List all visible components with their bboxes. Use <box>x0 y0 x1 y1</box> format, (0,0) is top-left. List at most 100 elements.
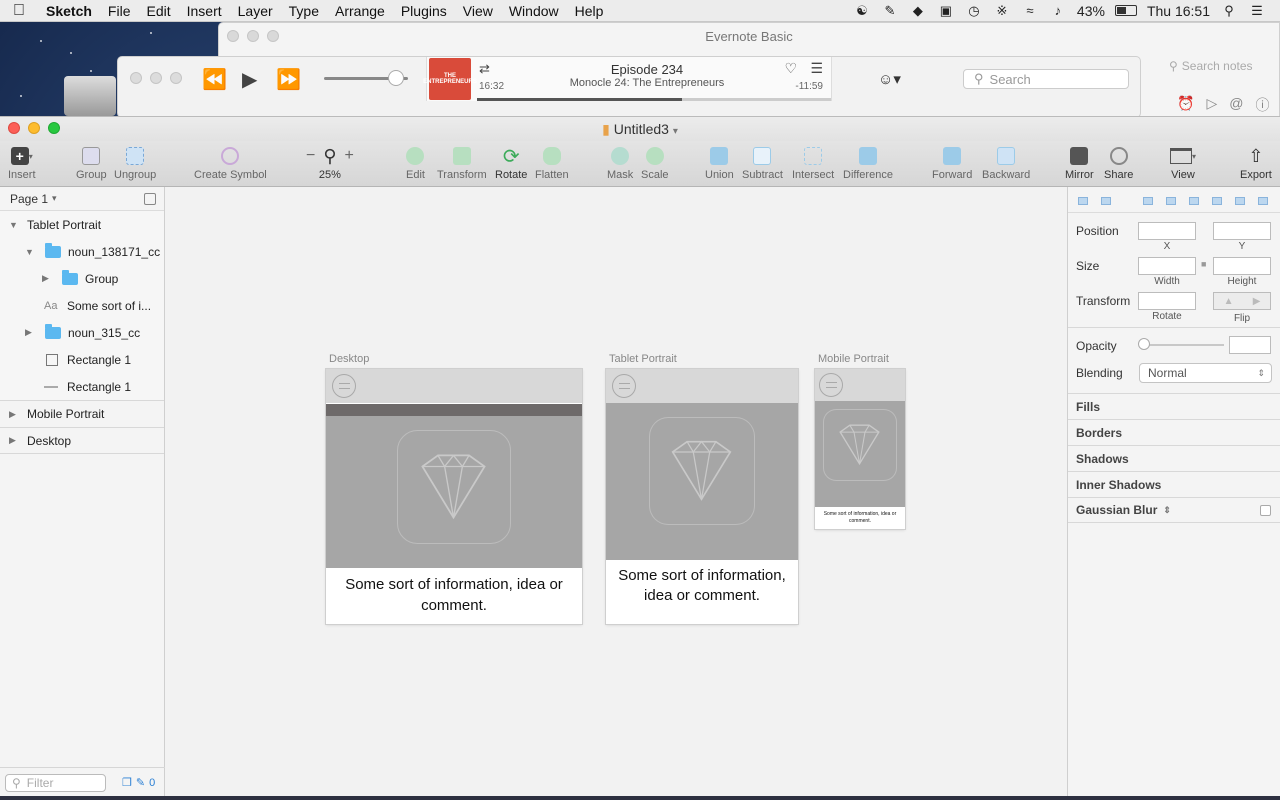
playback-progress-bar[interactable] <box>477 98 831 101</box>
itunes-minimize-button[interactable] <box>150 72 162 84</box>
align-middle-icon[interactable] <box>1233 194 1247 206</box>
creative-cloud-icon[interactable]: ☯ <box>853 3 871 18</box>
itunes-close-button[interactable] <box>130 72 142 84</box>
spotlight-search-icon[interactable]: ⚲ <box>1220 3 1238 18</box>
info-icon[interactable]: ⓘ <box>1255 95 1269 115</box>
volume-slider-knob[interactable] <box>388 70 405 86</box>
width-input[interactable] <box>1138 257 1196 275</box>
distribute-vertical-icon[interactable] <box>1099 194 1113 206</box>
layer-group-noun-315[interactable]: ▶ noun_315_cc <box>0 319 164 346</box>
design-canvas[interactable]: Desktop Some sort of information, idea o… <box>165 187 1067 796</box>
artboard-tablet-portrait[interactable]: Some sort of information, idea or commen… <box>606 369 798 624</box>
notification-center-icon[interactable]: ☰ <box>1248 3 1266 18</box>
insert-button[interactable]: + ▾ Insert <box>8 143 36 181</box>
intersect-button[interactable]: Intersect <box>792 143 834 181</box>
wifi-icon[interactable]: ≈ <box>1021 3 1039 18</box>
view-button[interactable]: ▾ View <box>1170 143 1196 181</box>
fast-forward-icon[interactable]: ⏩ <box>276 67 301 92</box>
up-next-list-icon[interactable]: ☰ <box>810 60 823 77</box>
flip-buttons[interactable]: ▲ ▶ <box>1213 292 1271 310</box>
filter-tools[interactable]: ❐ ✎ 0 <box>122 776 155 790</box>
align-top-icon[interactable] <box>1210 194 1224 206</box>
forward-button[interactable]: Forward <box>932 143 972 181</box>
align-bottom-icon[interactable] <box>1256 194 1270 206</box>
artboard-label-mobile[interactable]: Mobile Portrait <box>818 353 889 365</box>
create-symbol-button[interactable]: Create Symbol <box>194 143 267 181</box>
menu-plugins[interactable]: Plugins <box>393 3 455 19</box>
artboard-label-desktop[interactable]: Desktop <box>329 353 369 365</box>
position-x-input[interactable] <box>1138 222 1196 240</box>
document-title[interactable]: ▮ Untitled3 ▾ <box>0 121 1280 138</box>
layer-rectangle-1-line[interactable]: Rectangle 1 <box>0 373 164 400</box>
menu-arrange[interactable]: Arrange <box>327 3 393 19</box>
screen-share-icon[interactable]: ▣ <box>937 3 955 18</box>
group-button[interactable]: Group <box>76 143 107 181</box>
flatten-button[interactable]: Flatten <box>535 143 569 181</box>
zoom-in-icon[interactable]: + <box>345 147 354 165</box>
rotate-button[interactable]: ⟳ Rotate <box>495 143 527 182</box>
album-artwork[interactable]: THE ENTREPRENEURS <box>423 58 477 100</box>
layer-group[interactable]: ▶ Group <box>0 265 164 292</box>
battery-icon[interactable] <box>1114 5 1137 16</box>
flip-horizontal-icon[interactable]: ▲ <box>1224 296 1234 307</box>
artboard-label-tablet[interactable]: Tablet Portrait <box>609 353 677 365</box>
account-user-icon[interactable]: ☺▾ <box>878 70 901 88</box>
gaussian-blur-checkbox[interactable] <box>1260 504 1271 516</box>
toggle-pages-icon[interactable] <box>144 193 156 205</box>
borders-section[interactable]: Borders <box>1068 419 1280 445</box>
opacity-input[interactable] <box>1229 336 1271 354</box>
ungroup-button[interactable]: Ungroup <box>114 143 156 181</box>
export-button[interactable]: ⇧ Export <box>1240 143 1272 182</box>
menu-type[interactable]: Type <box>281 3 327 19</box>
menu-layer[interactable]: Layer <box>230 3 281 19</box>
layer-text[interactable]: Aa Some sort of i... <box>0 292 164 319</box>
bluetooth-icon[interactable]: ※ <box>993 3 1011 18</box>
distribute-horizontal-icon[interactable] <box>1076 194 1090 206</box>
menubar-clock[interactable]: Thu 16:51 <box>1147 3 1210 19</box>
align-center-icon[interactable] <box>1164 194 1178 206</box>
shuffle-icon[interactable]: ⇄ <box>479 61 490 77</box>
rewind-icon[interactable]: ⏪ <box>202 67 227 92</box>
scale-button[interactable]: Scale <box>641 143 669 181</box>
difference-button[interactable]: Difference <box>843 143 893 181</box>
dropbox-icon[interactable]: ◆ <box>909 3 927 18</box>
volume-icon[interactable]: ♪ <box>1049 3 1067 18</box>
itunes-search-field[interactable]: ⚲ Search <box>963 69 1129 89</box>
shadows-section[interactable]: Shadows <box>1068 445 1280 471</box>
zoom-control[interactable]: − ⚲ +25% <box>306 143 354 182</box>
opacity-slider[interactable] <box>1144 344 1224 346</box>
height-input[interactable] <box>1213 257 1271 275</box>
layer-artboard-desktop[interactable]: ▶ Desktop <box>0 427 164 454</box>
present-icon[interactable]: ▷ <box>1206 95 1217 115</box>
reminder-icon[interactable]: ⏰ <box>1177 95 1194 115</box>
disclosure-open-icon[interactable]: ▼ <box>9 220 19 230</box>
disclosure-closed-icon[interactable]: ▶ <box>9 409 19 420</box>
battery-percent[interactable]: 43% <box>1077 3 1105 19</box>
layer-artboard-tablet-portrait[interactable]: ▼ Tablet Portrait <box>0 211 164 238</box>
align-right-icon[interactable] <box>1187 194 1201 206</box>
menu-view[interactable]: View <box>455 3 501 19</box>
rotate-input[interactable] <box>1138 292 1196 310</box>
backward-button[interactable]: Backward <box>982 143 1030 181</box>
flip-vertical-icon[interactable]: ▶ <box>1253 296 1261 307</box>
layer-rectangle-1[interactable]: Rectangle 1 <box>0 346 164 373</box>
edit-button[interactable]: Edit <box>406 143 425 181</box>
zoom-out-icon[interactable]: − <box>306 147 315 165</box>
mask-button[interactable]: Mask <box>607 143 633 181</box>
blending-select[interactable]: Normal ⇕ <box>1139 363 1272 383</box>
apple-menu-icon[interactable]:  <box>0 2 38 20</box>
disclosure-open-icon[interactable]: ▼ <box>25 247 35 257</box>
layer-filter-input[interactable]: ⚲ Filter <box>5 773 106 792</box>
inner-shadows-section[interactable]: Inner Shadows <box>1068 471 1280 497</box>
layer-group-noun-138171[interactable]: ▼ noun_138171_cc <box>0 238 164 265</box>
layer-artboard-mobile-portrait[interactable]: ▶ Mobile Portrait <box>0 400 164 427</box>
evernote-search-field[interactable]: ⚲ Search notes <box>1169 55 1280 77</box>
union-button[interactable]: Union <box>705 143 734 181</box>
love-heart-icon[interactable]: ♡ <box>784 60 797 77</box>
menu-app-sketch[interactable]: Sketch <box>38 3 100 19</box>
gaussian-blur-section[interactable]: Gaussian Blur ⇕ <box>1068 497 1280 523</box>
evernote-icon[interactable]: ✎ <box>881 3 899 18</box>
artboard-desktop[interactable]: Some sort of information, idea or commen… <box>326 369 582 624</box>
menu-file[interactable]: File <box>100 3 139 19</box>
menu-insert[interactable]: Insert <box>179 3 230 19</box>
